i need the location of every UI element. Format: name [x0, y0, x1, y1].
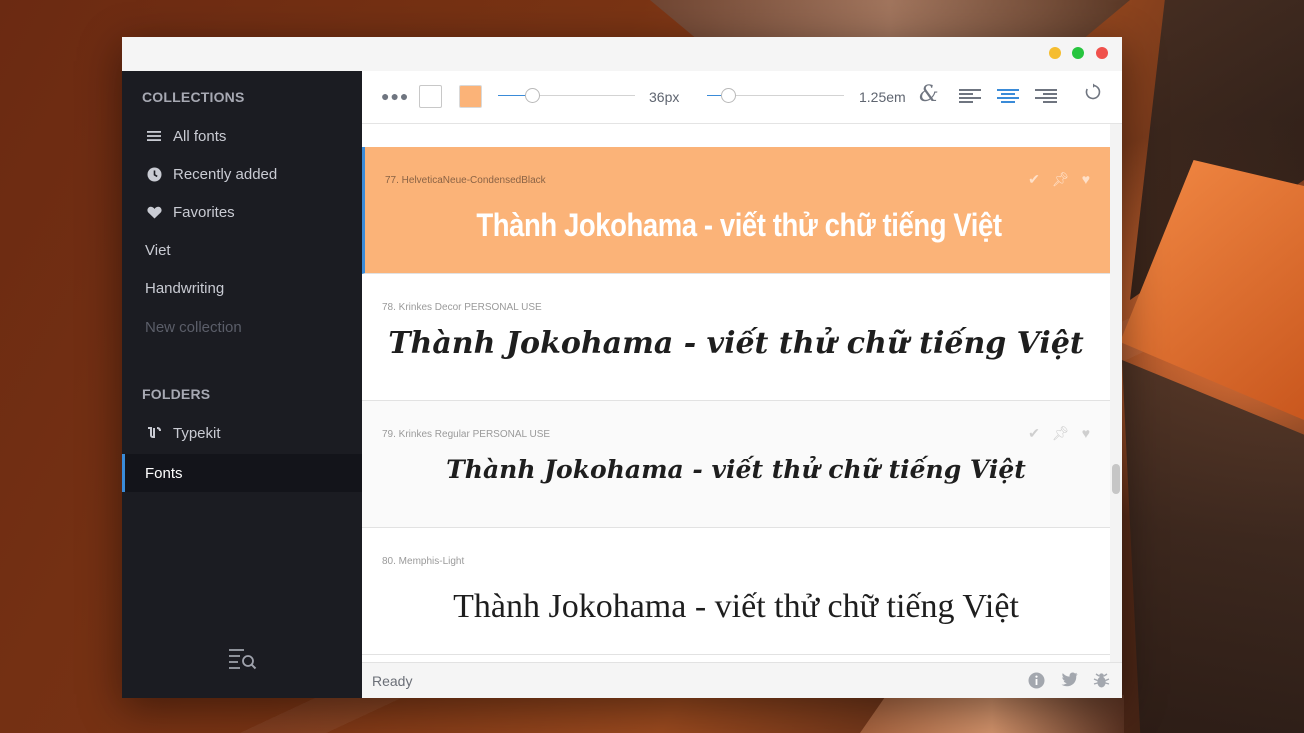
sidebar-item-all-fonts[interactable]: All fonts: [122, 117, 362, 155]
clock-icon: [145, 167, 163, 182]
twitter-icon[interactable]: [1061, 672, 1079, 690]
scrollbar[interactable]: [1110, 124, 1122, 662]
background-color-swatch[interactable]: [459, 85, 482, 108]
wallpaper-facet: [1122, 360, 1304, 733]
sidebar-item-label: Typekit: [173, 424, 221, 442]
sidebar-item-label: Viet: [145, 241, 171, 259]
folders-heading: FOLDERS: [142, 386, 211, 402]
bug-icon[interactable]: [1093, 672, 1111, 690]
check-icon[interactable]: ✔: [1028, 171, 1040, 188]
sidebar-item-label: Handwriting: [145, 279, 225, 297]
pin-icon[interactable]: 📌︎: [1052, 171, 1070, 188]
font-card[interactable]: 80. Memphis-Light Thành Jokohama - viết …: [362, 528, 1110, 655]
font-size-slider-knob[interactable]: [525, 88, 540, 103]
wallpaper-facet: [650, 0, 1130, 40]
more-dots-icon[interactable]: ●●●: [381, 88, 409, 104]
close-button[interactable]: [1096, 47, 1108, 59]
font-sample: Thành Jokohama - viết thử chữ tiếng Việt: [388, 326, 1084, 361]
title-bar[interactable]: [122, 37, 1122, 71]
wallpaper-facet: [860, 695, 1124, 733]
info-icon[interactable]: [1028, 672, 1046, 690]
ampersand-icon[interactable]: &: [919, 82, 939, 107]
sidebar-item-label: Fonts: [145, 464, 183, 482]
reset-icon[interactable]: [1084, 83, 1102, 107]
heart-icon: [145, 206, 163, 219]
heart-icon[interactable]: ♥: [1082, 425, 1090, 442]
app-window: COLLECTIONS All fonts Recently added Fav…: [122, 37, 1122, 698]
font-sample: Thành Jokohama - viết thử chữ tiếng Việt: [453, 588, 1019, 625]
font-card[interactable]: 78. Krinkes Decor PERSONAL USE Thành Jok…: [362, 274, 1110, 401]
pin-icon[interactable]: 📌︎: [1052, 425, 1070, 442]
sidebar-item-typekit[interactable]: Typekit: [122, 414, 362, 452]
align-left-button[interactable]: [959, 89, 981, 107]
list-icon: [145, 130, 163, 142]
typekit-icon: [145, 426, 163, 440]
font-size-slider[interactable]: [498, 86, 635, 106]
font-card-meta: 79. Krinkes Regular PERSONAL USE: [382, 429, 551, 440]
font-size-value: 36px: [649, 89, 680, 105]
font-card-meta: 77. HelveticaNeue-CondensedBlack: [385, 175, 546, 186]
sidebar-item-viet[interactable]: Viet: [122, 231, 362, 269]
new-collection-label: New collection: [145, 318, 242, 336]
sidebar-item-favorites[interactable]: Favorites: [122, 193, 362, 231]
font-card-actions: ✔ 📌︎ ♥: [1028, 171, 1090, 188]
font-card[interactable]: 77. HelveticaNeue-CondensedBlack ✔ 📌︎ ♥ …: [362, 147, 1110, 274]
font-sample: Thành Jokohama - viết thử chữ tiếng Việt: [476, 207, 1002, 243]
sidebar-item-handwriting[interactable]: Handwriting: [122, 269, 362, 307]
maximize-button[interactable]: [1072, 47, 1084, 59]
minimize-button[interactable]: [1049, 47, 1061, 59]
align-right-button[interactable]: [1035, 89, 1057, 107]
status-text: Ready: [372, 673, 413, 689]
font-card-meta: 78. Krinkes Decor PERSONAL USE: [382, 302, 542, 313]
scrollbar-thumb[interactable]: [1112, 464, 1120, 494]
sidebar-item-fonts[interactable]: Fonts: [122, 454, 362, 492]
heart-icon[interactable]: ♥: [1082, 171, 1090, 188]
line-height-value: 1.25em: [859, 89, 906, 105]
align-center-button[interactable]: [997, 89, 1019, 107]
line-height-slider[interactable]: [707, 86, 844, 106]
status-bar: Ready: [362, 662, 1122, 698]
collections-heading: COLLECTIONS: [142, 89, 245, 105]
font-card-meta: 80. Memphis-Light: [382, 556, 465, 567]
new-collection-button[interactable]: New collection: [122, 308, 362, 346]
font-sample: Thành Jokohama - viết thử chữ tiếng Việt: [446, 455, 1026, 484]
sidebar-item-label: Recently added: [173, 165, 278, 183]
font-card[interactable]: 79. Krinkes Regular PERSONAL USE ✔ 📌︎ ♥ …: [362, 401, 1110, 528]
toolbar: ●●● 36px 1.25em &: [362, 71, 1122, 124]
check-icon[interactable]: ✔: [1028, 425, 1040, 442]
sidebar-item-label: All fonts: [173, 127, 227, 145]
sidebar-item-label: Favorites: [173, 203, 235, 221]
search-list-icon[interactable]: [228, 648, 258, 672]
font-list: 77. HelveticaNeue-CondensedBlack ✔ 📌︎ ♥ …: [362, 124, 1110, 662]
sidebar-item-recently-added[interactable]: Recently added: [122, 155, 362, 193]
sidebar: COLLECTIONS All fonts Recently added Fav…: [122, 71, 362, 698]
text-color-swatch[interactable]: [419, 85, 442, 108]
font-card-actions: ✔ 📌︎ ♥: [1028, 425, 1090, 442]
line-height-slider-knob[interactable]: [721, 88, 736, 103]
